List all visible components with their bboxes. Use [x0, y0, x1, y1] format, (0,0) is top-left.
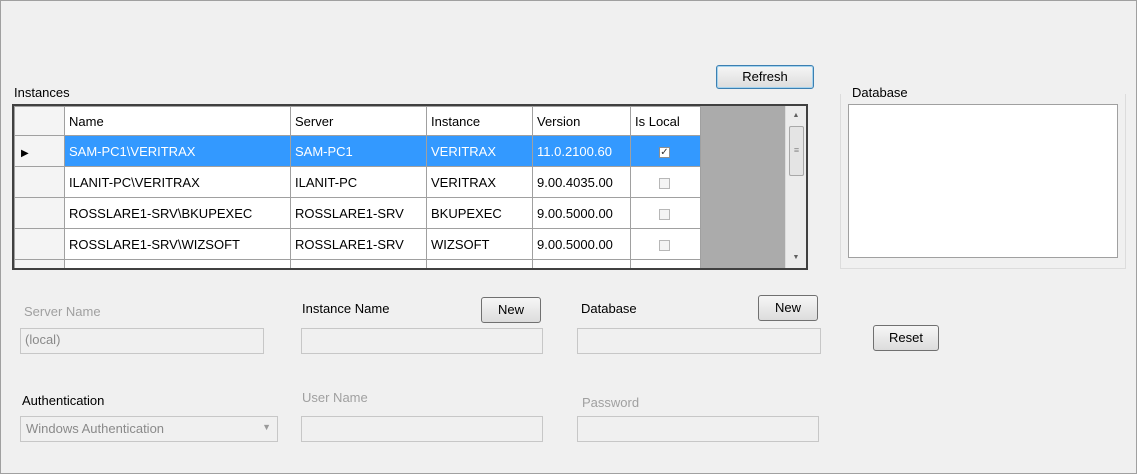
row-selector[interactable] — [14, 259, 65, 268]
cell-version[interactable]: 9.00.5000.00 — [532, 228, 631, 260]
authentication-select[interactable]: Windows Authentication ▼ — [20, 416, 278, 442]
column-header-server[interactable]: Server — [290, 106, 427, 136]
cell-name[interactable]: ROSSLARE1-SRV\WIZSOFT — [64, 228, 291, 260]
user-name-label: User Name — [302, 390, 368, 405]
scroll-down-arrow-icon[interactable]: ▼ — [786, 250, 806, 266]
cell-version[interactable]: 9.00.5000.00 — [532, 197, 631, 229]
grid-header-row: Name Server Instance Version Is Local — [14, 106, 701, 136]
is-local-checkbox[interactable] — [659, 239, 670, 251]
cell-instance[interactable]: WIZSOFT — [426, 228, 533, 260]
table-row[interactable]: ROSSLARE1-SRV\WIZSOFT ROSSLARE1-SRV WIZS… — [14, 228, 701, 260]
cell-server[interactable]: ROSSLARE1-SRV — [290, 228, 427, 260]
cell-is-local[interactable] — [630, 197, 701, 229]
cell-instance[interactable]: BKUPEXEC — [426, 197, 533, 229]
cell-version[interactable]: 11.0.2100.60 — [532, 135, 631, 167]
database-group-label: Database — [852, 85, 908, 100]
cell-instance[interactable]: VERITRAX — [426, 135, 533, 167]
database-input[interactable] — [577, 328, 821, 354]
row-selector[interactable] — [14, 228, 65, 260]
current-row-arrow-icon: ▶ — [21, 147, 29, 159]
cell-is-local[interactable]: ✓ — [630, 135, 701, 167]
column-header-instance[interactable]: Instance — [426, 106, 533, 136]
column-header-version[interactable]: Version — [532, 106, 631, 136]
password-label: Password — [582, 395, 640, 410]
authentication-selected-value: Windows Authentication — [26, 421, 165, 436]
server-name-label: Server Name — [24, 304, 101, 319]
grid-corner-cell — [14, 106, 65, 136]
cell-name[interactable]: SAM-PC1\VERITRAX — [64, 135, 291, 167]
database-list[interactable] — [848, 104, 1118, 258]
table-row[interactable]: ROSSLARE1-SRV\BKUPEXEC ROSSLARE1-SRV BKU… — [14, 197, 701, 229]
chevron-down-icon[interactable]: ▼ — [262, 422, 271, 432]
reset-button[interactable]: Reset — [873, 325, 939, 351]
scroll-up-arrow-icon[interactable]: ▲ — [786, 108, 806, 124]
instances-grid[interactable]: Name Server Instance Version Is Local ▶ … — [12, 104, 808, 270]
cell-is-local[interactable] — [630, 228, 701, 260]
cell-name[interactable]: ROSSLARE1-SRV\BKUPEXEC — [64, 197, 291, 229]
database-label: Database — [581, 301, 637, 316]
user-name-input[interactable] — [301, 416, 543, 442]
column-header-name[interactable]: Name — [64, 106, 291, 136]
authentication-label: Authentication — [22, 393, 105, 408]
cell-server[interactable] — [290, 259, 427, 268]
cell-name[interactable] — [64, 259, 291, 268]
row-selector[interactable]: ▶ — [14, 135, 65, 167]
cell-instance[interactable] — [426, 259, 533, 268]
new-database-button[interactable]: New — [758, 295, 818, 321]
cell-server[interactable]: ROSSLARE1-SRV — [290, 197, 427, 229]
cell-server[interactable]: ILANIT-PC — [290, 166, 427, 198]
table-row-partial[interactable] — [14, 259, 701, 268]
table-row[interactable]: ▶ SAM-PC1\VERITRAX SAM-PC1 VERITRAX 11.0… — [14, 135, 701, 167]
instances-group-label: Instances — [14, 85, 70, 100]
grid-vertical-scrollbar[interactable]: ▲ ≡ ▼ — [785, 106, 806, 268]
cell-instance[interactable]: VERITRAX — [426, 166, 533, 198]
new-instance-button[interactable]: New — [481, 297, 541, 323]
server-name-input[interactable]: (local) — [20, 328, 264, 354]
row-selector[interactable] — [14, 197, 65, 229]
refresh-button[interactable]: Refresh — [716, 65, 814, 89]
cell-is-local[interactable] — [630, 166, 701, 198]
is-local-checkbox[interactable] — [659, 208, 670, 220]
cell-is-local[interactable] — [630, 259, 701, 268]
column-header-is-local[interactable]: Is Local — [630, 106, 701, 136]
cell-server[interactable]: SAM-PC1 — [290, 135, 427, 167]
cell-version[interactable]: 9.00.4035.00 — [532, 166, 631, 198]
is-local-checkbox[interactable]: ✓ — [659, 146, 670, 158]
instance-name-label: Instance Name — [302, 301, 390, 316]
scroll-thumb[interactable]: ≡ — [789, 126, 804, 176]
table-row[interactable]: ILANIT-PC\VERITRAX ILANIT-PC VERITRAX 9.… — [14, 166, 701, 198]
row-selector[interactable] — [14, 166, 65, 198]
is-local-checkbox[interactable] — [659, 177, 670, 189]
cell-version[interactable] — [532, 259, 631, 268]
cell-name[interactable]: ILANIT-PC\VERITRAX — [64, 166, 291, 198]
instance-name-input[interactable] — [301, 328, 543, 354]
password-input[interactable] — [577, 416, 819, 442]
